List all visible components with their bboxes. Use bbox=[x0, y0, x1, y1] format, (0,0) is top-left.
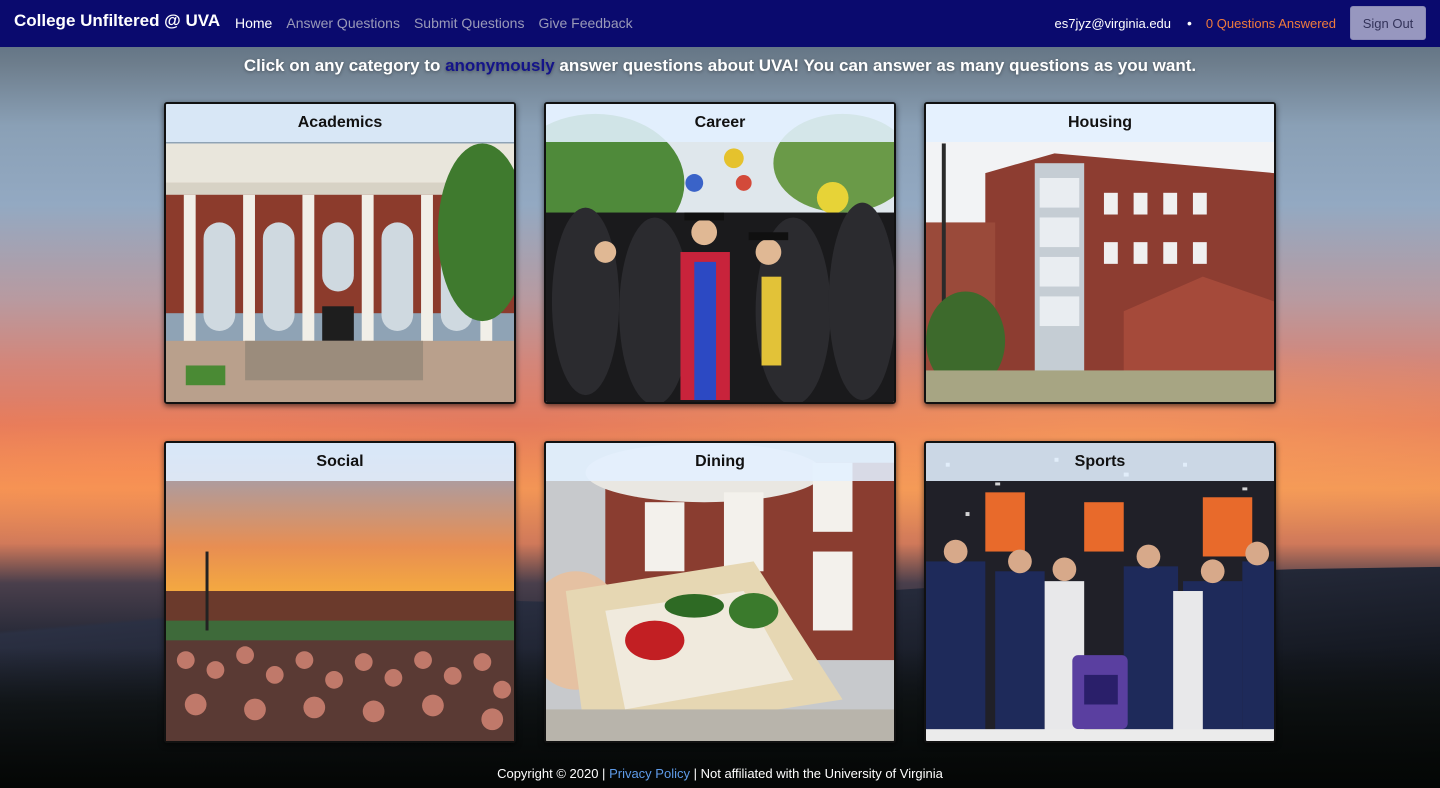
nav-links: Home Answer Questions Submit Questions G… bbox=[235, 15, 633, 31]
category-title-social: Social bbox=[166, 443, 514, 481]
category-title-housing: Housing bbox=[926, 104, 1274, 142]
headline-text-end: answer questions about UVA! You can answ… bbox=[559, 56, 1197, 75]
housing-dorm-image bbox=[926, 104, 1274, 402]
nav-user-area: es7jyz@virginia.edu • 0 Questions Answer… bbox=[1054, 6, 1426, 40]
category-title-sports: Sports bbox=[926, 443, 1274, 481]
category-title-academics: Academics bbox=[166, 104, 514, 142]
nav-answer-questions[interactable]: Answer Questions bbox=[286, 15, 400, 31]
footer-disclaimer: | Not affiliated with the University of … bbox=[693, 766, 943, 781]
questions-answered-count: 0 Questions Answered bbox=[1205, 15, 1336, 31]
category-card-career[interactable]: Career bbox=[544, 102, 896, 404]
nav-submit-questions[interactable]: Submit Questions bbox=[414, 15, 525, 31]
career-graduation-image bbox=[546, 104, 894, 402]
social-crowd-image bbox=[166, 443, 514, 741]
academics-building-image bbox=[166, 104, 514, 402]
category-card-social[interactable]: Social bbox=[164, 441, 516, 743]
separator-dot: • bbox=[1187, 15, 1192, 31]
page-headline: Click on any category to anonymously ans… bbox=[0, 56, 1440, 76]
nav-home[interactable]: Home bbox=[235, 15, 272, 31]
category-card-dining[interactable]: Dining bbox=[544, 441, 896, 743]
category-card-academics[interactable]: Academics bbox=[164, 102, 516, 404]
headline-emphasis: anonymously bbox=[445, 56, 555, 75]
headline-text-start: Click on any category to bbox=[243, 56, 441, 75]
footer-copyright: Copyright © 2020 | bbox=[497, 766, 606, 781]
footer: Copyright © 2020 | Privacy Policy | Not … bbox=[0, 766, 1440, 781]
category-title-career: Career bbox=[546, 104, 894, 142]
sign-out-button[interactable]: Sign Out bbox=[1350, 6, 1426, 40]
dining-sandwich-image bbox=[546, 443, 894, 741]
brand-logo[interactable]: College Unfiltered @ UVA bbox=[14, 11, 220, 31]
nav-give-feedback[interactable]: Give Feedback bbox=[538, 15, 632, 31]
category-card-housing[interactable]: Housing bbox=[924, 102, 1276, 404]
category-card-sports[interactable]: Sports bbox=[924, 441, 1276, 743]
sports-celebration-image bbox=[926, 443, 1274, 741]
navbar: College Unfiltered @ UVA Home Answer Que… bbox=[0, 0, 1440, 47]
user-email: es7jyz@virginia.edu bbox=[1054, 15, 1172, 31]
privacy-policy-link[interactable]: Privacy Policy bbox=[609, 766, 690, 781]
category-title-dining: Dining bbox=[546, 443, 894, 481]
